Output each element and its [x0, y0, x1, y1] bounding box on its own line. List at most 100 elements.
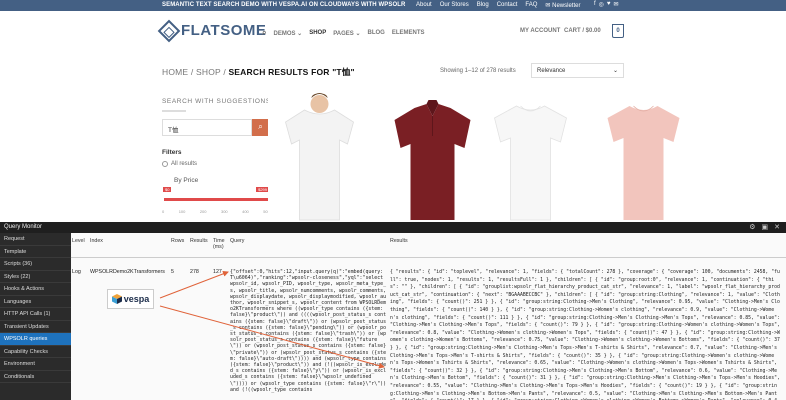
query-monitor-titlebar: Query Monitor ⚙ ▣ ✕ [0, 222, 786, 233]
nav-demos[interactable]: DEMOS ⌄ [273, 30, 302, 37]
nav-shop[interactable]: SHOP [309, 30, 326, 36]
column-header-query[interactable]: Query [230, 238, 244, 244]
contact-link[interactable]: Contact [497, 2, 518, 9]
logo-text: FLATSOME [181, 22, 267, 39]
column-header-time[interactable]: Time (ms) [213, 238, 227, 250]
breadcrumb-shop[interactable]: SHOP [196, 67, 221, 77]
faq-link[interactable]: FAQ [525, 2, 537, 9]
all-results-option[interactable]: All results [162, 161, 197, 167]
vespa-logo: vespa [107, 289, 154, 309]
expand-icon[interactable]: ▣ [762, 223, 769, 231]
cell-results: 278 [190, 269, 199, 275]
menu-item-conditionals[interactable]: Conditionals [0, 371, 71, 383]
price-tick: 300 [220, 209, 228, 214]
cell-results-json: { "results": { "id": "toplevel", "releva… [390, 270, 780, 400]
query-monitor-menu: Request Template Scripts (36) Styles (22… [0, 233, 71, 400]
product-image-white-tshirt[interactable] [268, 92, 371, 222]
search-input-value: T恤 [168, 127, 179, 134]
search-icon[interactable]: ⌕ [262, 28, 266, 38]
site-header: FLATSOME ⌕ DEMOS ⌄ SHOP PAGES ⌄ BLOG ELE… [0, 11, 786, 53]
facebook-icon[interactable]: f [594, 1, 596, 8]
divider [162, 110, 186, 112]
close-icon[interactable]: ✕ [774, 223, 780, 231]
site-logo[interactable]: FLATSOME [157, 19, 267, 42]
chevron-down-icon: ⌄ [355, 30, 361, 37]
menu-item-languages[interactable]: Languages [0, 296, 71, 308]
my-account-link[interactable]: MY ACCOUNT [520, 28, 560, 34]
breadcrumb-home[interactable]: HOME [162, 67, 188, 77]
menu-item-hooks[interactable]: Hooks & Actions [0, 283, 71, 296]
menu-item-template[interactable]: Template [0, 246, 71, 258]
column-header-results-json[interactable]: Results [390, 238, 408, 244]
instagram-icon[interactable]: ◎ [599, 1, 604, 8]
cell-query: {"offset":0,"hits":12,"input.query(q)":"… [230, 269, 387, 393]
menu-item-http-api[interactable]: HTTP API Calls (1) [0, 308, 71, 321]
sort-value: Relevance [537, 68, 566, 74]
about-link[interactable]: About [416, 2, 432, 9]
price-tick: 100 [178, 209, 186, 214]
our-stores-link[interactable]: Our Stores [440, 2, 469, 9]
newsletter-link[interactable]: ✉ Newsletter [545, 2, 580, 9]
panel-actions: ⚙ ▣ ✕ [749, 223, 780, 231]
column-header-results[interactable]: Results [190, 238, 208, 244]
price-tick: 400 [242, 209, 249, 214]
menu-item-wpsolr-queries[interactable]: WPSOLR queries [0, 333, 71, 346]
price-tick: 200 [199, 209, 207, 214]
menu-item-transient[interactable]: Transient Updates [0, 321, 71, 333]
blog-link[interactable]: Blog [477, 2, 489, 9]
wpsolr-queries-table: Level Index Rows Results Time (ms) Query… [71, 233, 786, 400]
cell-index: WPSOLRDemo2KTransformers [90, 269, 165, 275]
cart-icon[interactable]: 0 [612, 24, 624, 38]
email-icon[interactable]: ✉ [613, 1, 618, 8]
cell-level: Log [72, 269, 81, 275]
result-count: Showing 1–12 of 278 results [440, 68, 516, 74]
cell-time: 127 [213, 269, 222, 275]
main-nav: ⌕ DEMOS ⌄ SHOP PAGES ⌄ BLOG ELEMENTS [262, 28, 425, 38]
column-header-level[interactable]: Level [72, 238, 85, 244]
newsletter-label: Newsletter [552, 3, 581, 9]
announcement-bar: SEMANTIC TEXT SEARCH DEMO WITH VESPA.AI … [0, 0, 786, 11]
search-button[interactable]: ⌕ [252, 119, 269, 136]
price-ticks: 0 100 200 300 400 500 [162, 209, 270, 214]
cart-count: 0 [616, 28, 620, 34]
column-header-index[interactable]: Index [90, 238, 103, 244]
top-links: About Our Stores Blog Contact FAQ ✉ News… [416, 2, 580, 9]
chevron-down-icon: ⌄ [297, 30, 303, 37]
product-image-maroon-polo[interactable] [381, 92, 484, 222]
vespa-cube-icon [111, 294, 122, 304]
menu-item-styles[interactable]: Styles (22) [0, 271, 71, 283]
menu-item-environment[interactable]: Environment [0, 358, 71, 371]
nav-demos-label: DEMOS [273, 30, 296, 37]
nav-elements[interactable]: ELEMENTS [392, 30, 425, 36]
radio-button[interactable] [162, 161, 168, 167]
sort-select[interactable]: Relevance ⌄ [531, 63, 624, 78]
price-min-label: $0 [163, 187, 172, 192]
filters-title: Filters [162, 149, 182, 156]
menu-item-capability[interactable]: Capability Checks [0, 346, 71, 358]
cell-rows: 5 [171, 269, 174, 275]
cart-link[interactable]: CART / $0.00 [564, 28, 601, 34]
product-image-pink-tshirt[interactable] [592, 92, 695, 222]
tshirt-image [285, 93, 354, 221]
query-monitor-panel: Query Monitor ⚙ ▣ ✕ Request Template Scr… [0, 222, 786, 400]
nav-pages[interactable]: PAGES ⌄ [333, 30, 360, 37]
twitter-icon[interactable]: ♥ [607, 1, 611, 8]
search-input[interactable]: T恤 [162, 119, 252, 136]
logo-icon [157, 19, 181, 42]
product-image-white-tshirt-2[interactable] [479, 92, 582, 222]
nav-blog[interactable]: BLOG [367, 30, 384, 36]
polo-image [394, 100, 471, 220]
menu-item-scripts[interactable]: Scripts (36) [0, 258, 71, 271]
price-slider[interactable] [164, 198, 268, 201]
settings-icon[interactable]: ⚙ [749, 223, 755, 231]
tshirt-image [607, 105, 680, 220]
promo-text: SEMANTIC TEXT SEARCH DEMO WITH VESPA.AI … [162, 2, 406, 8]
header-divider [71, 257, 786, 258]
chevron-down-icon: ⌄ [612, 68, 618, 74]
all-results-label: All results [171, 161, 198, 167]
tshirt-image [494, 105, 567, 221]
menu-item-request[interactable]: Request [0, 233, 71, 246]
price-range-labels: $0 $299 [163, 187, 269, 194]
column-header-rows[interactable]: Rows [171, 238, 184, 244]
sidebar-title: SEARCH WITH SUGGESTIONS [162, 98, 271, 105]
